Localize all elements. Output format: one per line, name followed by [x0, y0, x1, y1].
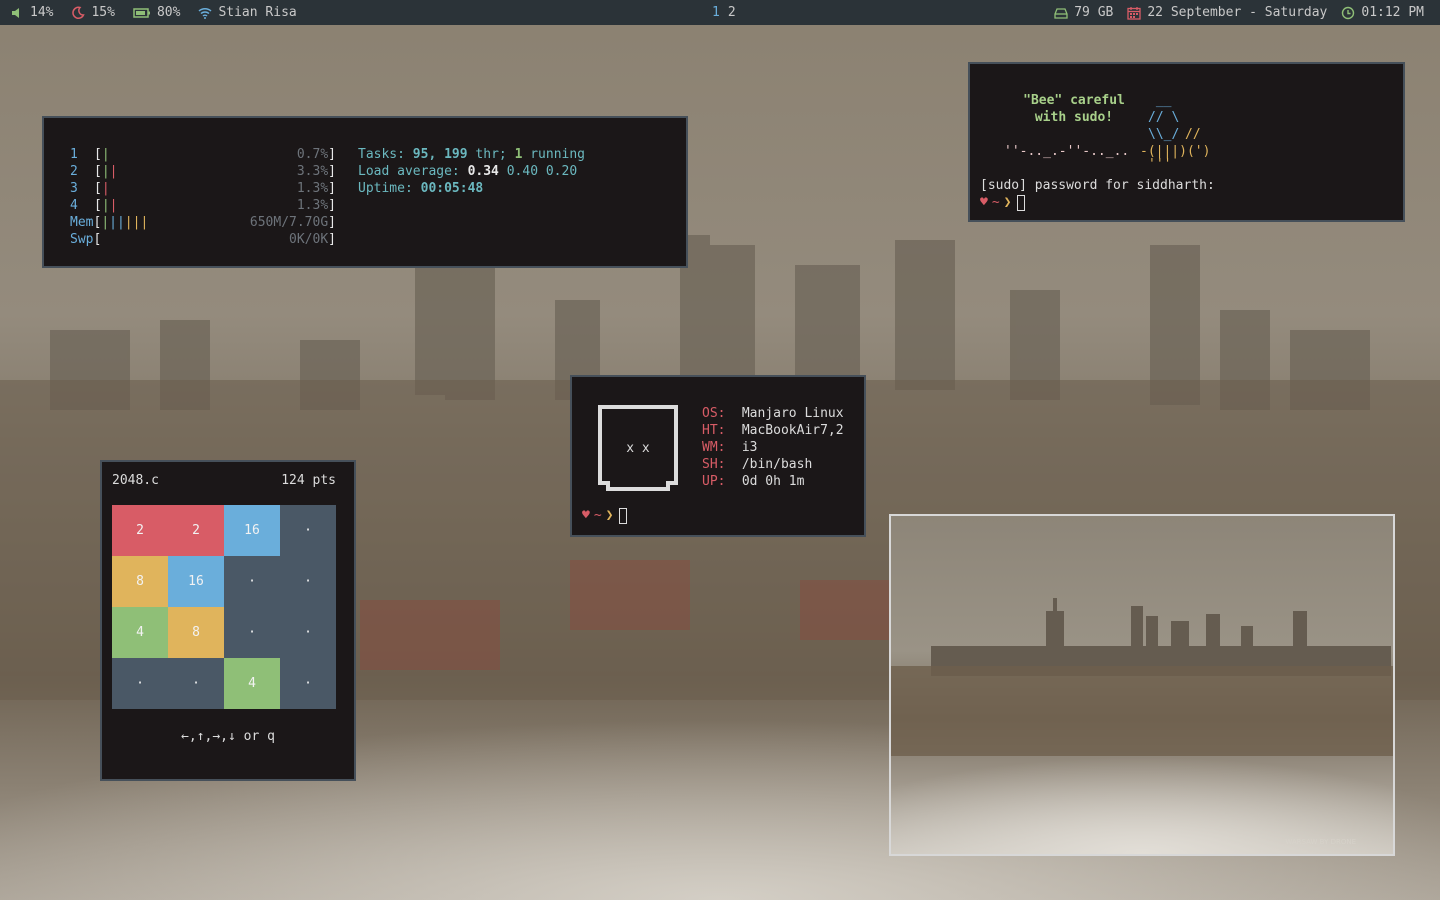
clock-indicator[interactable]: 01:12 PM [1341, 5, 1424, 20]
bee-art-antennae: __// \ \\_/ [1148, 93, 1180, 142]
workspace-2[interactable]: 2 [728, 5, 736, 20]
calendar-icon [1127, 6, 1142, 20]
sysinfo-terminal-window[interactable]: x x OS: Manjaro Linux HT: MacBookAir7,2 … [570, 375, 866, 537]
game-tile: 8 [168, 607, 224, 658]
image-viewer-window[interactable]: WARSAW BY DRONE [889, 514, 1395, 856]
cpu-percent: 1.3% [296, 198, 329, 213]
prompt-arrow-icon: ❯ [1003, 195, 1012, 210]
cpu-percent: 3.3% [296, 164, 329, 179]
game-tile: 2 [168, 505, 224, 556]
disk-indicator[interactable]: 79 GB [1054, 5, 1113, 20]
heart-icon: ♥ [582, 508, 590, 523]
status-bar: 14% 15% 80% Stian Risa 1 2 79 GB 22 Sept… [0, 0, 1440, 25]
clock-icon [1342, 6, 1355, 19]
time-value: 01:12 PM [1361, 5, 1424, 20]
swap-meter: Swp[0K/0K] [70, 232, 336, 247]
swap-value: 0K/0K [289, 232, 329, 247]
wifi-network-name: Stian Risa [218, 5, 297, 20]
htop-terminal-window[interactable]: 1 [| 0.7%] 2 [|| 3.3%] 3 [| 1.3%] 4 [|| 1.3%] Me… [42, 116, 688, 268]
game-tile: · [280, 607, 336, 658]
cwd: ~ [593, 508, 602, 523]
photo-watermark: WARSAW BY DRONE [1285, 838, 1356, 846]
battery-value: 80% [156, 5, 181, 20]
cpu-meters: 1 [| 0.7%] 2 [|| 3.3%] 3 [| 1.3%] 4 [|| 1.3%] Me… [70, 146, 336, 248]
night-light-indicator[interactable]: 15% [71, 5, 115, 20]
shell-prompt[interactable]: ♥ ~ ❯ [980, 194, 1026, 211]
game-tile: 2 [112, 505, 168, 556]
load-average-line: Load average: 0.34 0.40 0.20 [358, 164, 578, 179]
hard-drive-icon [1054, 7, 1068, 19]
shell-prompt[interactable]: ♥ ~ ❯ [582, 507, 628, 524]
info-row-shell: SH: /bin/bash [702, 457, 813, 472]
night-light-value: 15% [91, 5, 115, 20]
volume-indicator[interactable]: 14% [10, 5, 53, 20]
wifi-icon [198, 7, 212, 19]
info-row-uptime: UP: 0d 0h 1m [702, 474, 805, 489]
memory-value: 650M/7.70G [249, 215, 329, 230]
cpu-meter-3: 3 [| 1.3%] [70, 181, 336, 196]
game-tile: 4 [224, 658, 280, 709]
prompt-arrow-icon: ❯ [605, 508, 614, 523]
game-tile: · [224, 556, 280, 607]
game-tile: · [280, 658, 336, 709]
game-tile: 8 [112, 556, 168, 607]
game-tile: 4 [112, 607, 168, 658]
info-row-host: HT: MacBookAir7,2 [702, 423, 844, 438]
bee-art-trail: ''-.._.-''-.._.. [1004, 144, 1130, 159]
cpu-label: 3 [70, 181, 78, 196]
game-tile: · [224, 607, 280, 658]
game-tile: · [168, 658, 224, 709]
date-indicator[interactable]: 22 September - Saturday [1127, 5, 1327, 20]
swap-label: Swp [70, 232, 94, 247]
game-title: 2048.c [112, 473, 159, 488]
battery-icon [133, 7, 150, 18]
game-controls-hint: ←,↑,→,↓ or q [181, 729, 275, 744]
text-cursor[interactable] [619, 507, 628, 524]
warsaw-photo: WARSAW BY DRONE [891, 516, 1393, 854]
text-cursor[interactable] [1017, 194, 1026, 211]
htop-summary: Tasks: 95, 199 thr; 1 running Load avera… [358, 146, 585, 197]
game-2048-window[interactable]: 2048.c 124 pts 2 2 16 · 8 16 · · 4 8 · · · · 4 · ←,↑,→,… [100, 460, 356, 781]
workspace-1[interactable]: 1 [712, 5, 720, 20]
game-tile: · [112, 658, 168, 709]
cpu-percent: 0.7% [296, 147, 329, 162]
cwd: ~ [991, 195, 1000, 210]
cpu-label: 2 [70, 164, 78, 179]
speaker-icon [12, 7, 19, 18]
game-board[interactable]: 2 2 16 · 8 16 · · 4 8 · · · · 4 · [112, 505, 336, 709]
game-tile: · [280, 556, 336, 607]
game-tile: 16 [168, 556, 224, 607]
disk-free-value: 79 GB [1074, 5, 1114, 20]
moon-icon [72, 6, 86, 19]
face-logo-art: x x [598, 405, 678, 491]
cpu-label: 1 [70, 147, 78, 162]
bee-art-wing: // [1185, 127, 1201, 142]
date-value: 22 September - Saturday [1147, 5, 1328, 20]
bee-art-legs: ''' [1148, 157, 1172, 172]
game-tile: 16 [224, 505, 280, 556]
heart-icon: ♥ [980, 195, 988, 210]
battery-indicator[interactable]: 80% [133, 5, 180, 20]
wifi-indicator[interactable]: Stian Risa [198, 5, 297, 20]
sudo-password-prompt: [sudo] password for siddharth: [980, 178, 1215, 193]
system-info-list: OS: Manjaro Linux HT: MacBookAir7,2 WM: … [702, 405, 844, 490]
workspace-switcher: 1 2 [712, 0, 736, 25]
info-row-os: OS: Manjaro Linux [702, 406, 844, 421]
info-row-wm: WM: i3 [702, 440, 758, 455]
bee-message: "Bee" careful with sudo! [1023, 93, 1125, 125]
uptime-line: Uptime: 00:05:48 [358, 181, 484, 196]
volume-value: 14% [30, 5, 54, 20]
cpu-meter-1: 1 [| 0.7%] [70, 147, 336, 162]
sudo-terminal-window[interactable]: "Bee" careful with sudo! __// \ \\_/ // '… [968, 62, 1405, 222]
game-score: 124 pts [281, 473, 336, 488]
logo-eyes: x x [626, 441, 650, 456]
memory-label: Mem [70, 215, 94, 230]
cpu-meter-2: 2 [|| 3.3%] [70, 164, 336, 179]
game-tile: · [280, 505, 336, 556]
tasks-line: Tasks: 95, 199 thr; 1 running [358, 147, 586, 162]
memory-meter: Mem[|||||| 650M/7.70G] [70, 215, 336, 230]
cpu-label: 4 [70, 198, 78, 213]
cpu-percent: 1.3% [296, 181, 329, 196]
cpu-meter-4: 4 [|| 1.3%] [70, 198, 336, 213]
